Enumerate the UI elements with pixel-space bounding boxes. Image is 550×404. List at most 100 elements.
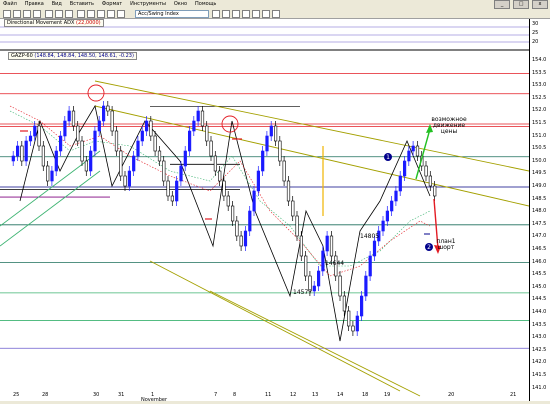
time-tick-label: 25 bbox=[13, 392, 20, 398]
trendline-icon[interactable] bbox=[232, 10, 240, 18]
candle-body bbox=[149, 120, 153, 137]
top-circle-marker[interactable] bbox=[87, 84, 105, 102]
ind-ylabel: 30 bbox=[532, 21, 539, 27]
candle-body bbox=[41, 145, 45, 167]
price-ylabel: 150.5 bbox=[532, 145, 547, 152]
candle-body bbox=[54, 150, 58, 172]
trend-channel-line[interactable] bbox=[209, 290, 421, 397]
price-panel[interactable]: 12 GAZP-60 (148.84, 148.84, 148.50, 148.… bbox=[0, 51, 529, 401]
candle-body bbox=[166, 180, 170, 197]
chart-icon[interactable] bbox=[107, 10, 115, 18]
cursor-icon[interactable] bbox=[77, 10, 85, 18]
price-ylabel: 151.0 bbox=[532, 132, 547, 139]
annotation-possible-move: возможное движение цены bbox=[431, 116, 467, 135]
candle-body bbox=[278, 140, 282, 162]
candle-body bbox=[76, 125, 80, 142]
candle-body bbox=[355, 315, 359, 332]
candle-body bbox=[80, 140, 84, 162]
candle-body bbox=[37, 125, 41, 147]
symbol-select[interactable]: Acc/Swing Index bbox=[135, 10, 209, 18]
price-ylabel: 146.5 bbox=[532, 246, 547, 252]
candle-body bbox=[424, 165, 428, 177]
ohlc-values: (148.84, 148.84, 148.50, 148.61, -0.23) bbox=[34, 53, 134, 59]
zoom-icon[interactable] bbox=[212, 10, 220, 18]
candle-body bbox=[381, 220, 385, 232]
price-mark-14805: 14805 bbox=[360, 233, 380, 240]
candle-body bbox=[226, 195, 230, 207]
cut-icon[interactable] bbox=[45, 10, 53, 18]
menu-insert[interactable]: Вставить bbox=[67, 0, 97, 9]
time-tick-label: 21 bbox=[510, 392, 517, 398]
close-button[interactable]: x bbox=[532, 0, 548, 9]
print-icon[interactable] bbox=[33, 10, 41, 18]
candle-body bbox=[153, 135, 157, 152]
line-icon[interactable] bbox=[87, 10, 95, 18]
candle-body bbox=[248, 210, 252, 232]
candle-body bbox=[235, 220, 239, 237]
minimize-button[interactable]: _ bbox=[494, 0, 511, 9]
price-ylabel: 144.0 bbox=[532, 309, 547, 315]
step-badge-label: 2 bbox=[427, 244, 431, 251]
candle-body bbox=[243, 230, 248, 247]
candle-body bbox=[175, 180, 179, 202]
indicator-icon[interactable] bbox=[117, 10, 125, 18]
candle-body bbox=[261, 150, 265, 172]
candle-body bbox=[192, 120, 196, 132]
time-tick-label: 20 bbox=[448, 392, 455, 398]
menu-edit[interactable]: Правка bbox=[22, 0, 47, 9]
candle-body bbox=[20, 145, 24, 162]
price-axis[interactable]: 30 25 20 154.0 153.5 153.0 152.5 152.0 151.5 1… bbox=[529, 19, 550, 401]
instrument-label[interactable]: GAZP-60 (148.84, 148.84, 148.50, 148.61,… bbox=[8, 52, 137, 60]
time-tick-label: 30 bbox=[93, 392, 100, 398]
candle-body bbox=[205, 125, 209, 142]
candle-body bbox=[132, 155, 136, 172]
time-tick-label: 7 bbox=[214, 392, 218, 398]
price-ylabel: 144.5 bbox=[532, 296, 547, 303]
candle-body bbox=[385, 210, 390, 222]
price-ylabel: 151.5 bbox=[532, 120, 547, 126]
price-ylabel: 145.0 bbox=[532, 283, 547, 290]
price-ylabel: 141.5 bbox=[532, 372, 547, 378]
trend-channel-line[interactable] bbox=[149, 260, 401, 392]
candle-body bbox=[50, 170, 54, 182]
open-icon[interactable] bbox=[13, 10, 21, 18]
menu-format[interactable]: Формат bbox=[99, 0, 125, 9]
candle-body bbox=[123, 175, 127, 187]
maximize-button[interactable]: □ bbox=[513, 0, 530, 9]
price-ylabel: 152.5 bbox=[532, 94, 547, 101]
paste-icon[interactable] bbox=[65, 10, 73, 18]
copy-icon[interactable] bbox=[55, 10, 63, 18]
candle-body bbox=[93, 130, 97, 152]
candle-body bbox=[329, 235, 334, 257]
price-ylabel: 154.0 bbox=[532, 57, 547, 63]
trend-channel-line[interactable] bbox=[0, 170, 101, 247]
horizontal-line-icon[interactable] bbox=[262, 10, 270, 18]
candle-body bbox=[282, 160, 286, 182]
menu-window[interactable]: Окно bbox=[171, 0, 190, 9]
indicator-panel[interactable]: Directional Movement ADX (22,0000) bbox=[0, 19, 529, 51]
candle-body bbox=[89, 150, 93, 172]
indicator-label[interactable]: Directional Movement ADX (22,0000) bbox=[4, 19, 104, 27]
candle-body bbox=[372, 240, 377, 257]
annotation-plan-short: план1 шорт bbox=[436, 238, 456, 251]
new-icon[interactable] bbox=[3, 10, 11, 18]
save-icon[interactable] bbox=[23, 10, 31, 18]
channel-icon[interactable] bbox=[252, 10, 260, 18]
candle-body bbox=[110, 110, 114, 132]
candle-body bbox=[97, 120, 101, 132]
time-tick-label: 28 bbox=[42, 392, 49, 398]
crosshair-icon[interactable] bbox=[222, 10, 230, 18]
text-icon[interactable] bbox=[97, 10, 105, 18]
candle-body bbox=[114, 130, 119, 152]
candle-body bbox=[231, 205, 235, 222]
menu-tools[interactable]: Инструменты bbox=[127, 0, 169, 9]
vertical-line-icon[interactable] bbox=[272, 10, 280, 18]
time-tick-label: 12 bbox=[290, 392, 297, 398]
ind-ylabel: 20 bbox=[532, 39, 539, 45]
annotations-overlay: 12 bbox=[20, 84, 441, 254]
menu-help[interactable]: Помощь bbox=[192, 0, 219, 9]
menu-file[interactable]: Файл bbox=[0, 0, 20, 9]
fibonacci-icon[interactable] bbox=[242, 10, 250, 18]
menu-view[interactable]: Вид bbox=[49, 0, 65, 9]
candle-body bbox=[338, 275, 342, 297]
